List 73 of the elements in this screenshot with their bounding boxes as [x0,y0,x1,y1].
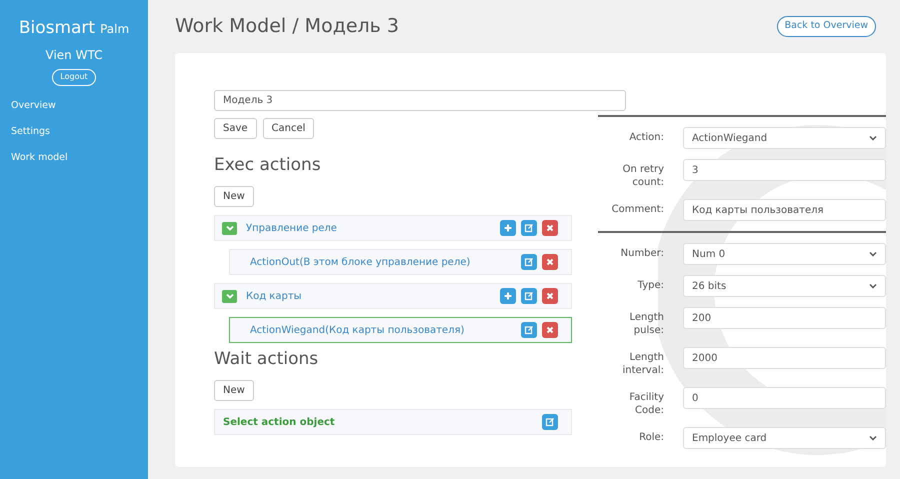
expand-toggle[interactable] [222,222,237,234]
pencil-square-icon [524,257,534,267]
page-title: Work Model / Модель 3 [175,14,399,40]
section-heading: Wait actions [214,351,320,368]
input-field[interactable]: 0 [683,387,886,409]
add-button[interactable] [500,220,516,236]
field-label: Length pulse: [628,311,664,337]
input-field[interactable]: 2000 [683,347,886,369]
input-field[interactable]: 3 [683,159,886,181]
field-label: Length interval: [622,351,664,377]
field-label: Number: [620,247,664,260]
delete-button[interactable] [542,288,558,304]
action-row[interactable]: Управление реле [214,215,572,241]
pencil-square-icon [524,325,534,335]
close-icon [545,325,555,335]
close-icon [545,291,555,301]
pencil-square-icon [524,223,534,233]
input-field[interactable]: 200 [683,307,886,329]
brand-name: Biosmart [18,17,96,40]
close-icon [545,257,555,267]
close-icon [545,223,555,233]
edit-button[interactable] [521,322,537,338]
select-field[interactable]: Num 0 [683,243,886,265]
edit-button[interactable] [521,254,537,270]
select-field[interactable]: Employee card [683,427,886,449]
field-label: Action: [628,131,664,144]
delete-button[interactable] [542,254,558,270]
back-button[interactable]: Back to Overview [776,16,876,37]
edit-button[interactable] [521,220,537,236]
pencil-square-icon [524,291,534,301]
delete-button[interactable] [542,322,558,338]
field-label: Facility Code: [628,391,664,417]
chevron-down-icon [869,135,877,141]
plus-icon [503,291,513,301]
save-button[interactable]: Save [214,118,257,139]
action-label: ActionWiegand(Код карты пользователя) [250,324,466,338]
brand-subtitle: Palm [100,21,130,38]
new-button[interactable]: New [214,380,254,401]
delete-button[interactable] [542,220,558,236]
action-label: Код карты [246,290,303,304]
expand-toggle[interactable] [222,290,237,302]
pencil-square-icon [545,417,555,427]
action-row[interactable]: Код карты [214,283,572,309]
chevron-down-icon [869,251,877,257]
name-field[interactable]: Модель 3 [214,90,626,111]
chevron-down-icon [226,225,234,231]
edit-button[interactable] [542,414,558,430]
field-label: Role: [638,431,664,444]
cancel-button[interactable]: Cancel [262,118,314,139]
select-value: Num 0 [692,248,726,262]
select-field[interactable]: 26 bits [683,275,886,297]
input-field[interactable]: Код карты пользователя [683,199,886,221]
section-heading: Exec actions [214,157,322,174]
field-label: Type: [636,279,664,292]
chevron-down-icon [869,435,877,441]
action-row[interactable]: ActionOut(В этом блоке управление реле) [229,249,572,275]
chevron-down-icon [869,283,877,289]
add-button[interactable] [500,288,516,304]
chevron-down-icon [226,293,234,299]
site-name: Vien WTC [46,46,102,64]
plus-icon [503,223,513,233]
select-value: ActionWiegand [692,132,768,146]
action-row[interactable]: ActionWiegand(Код карты пользователя) [229,317,572,343]
action-label: Управление реле [246,222,338,236]
edit-button[interactable] [521,288,537,304]
action-label: Select action object [223,416,336,430]
action-label: ActionOut(В этом блоке управление реле) [250,256,472,270]
select-value: Employee card [692,432,768,446]
select-value: 26 bits [692,280,728,294]
select-field[interactable]: ActionWiegand [683,127,886,149]
new-button[interactable]: New [214,186,254,207]
field-label: On retry count: [622,163,664,189]
field-label: Comment: [610,203,664,216]
